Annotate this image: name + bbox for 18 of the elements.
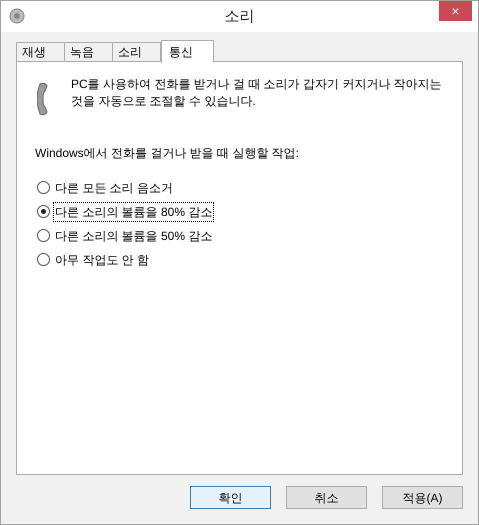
prompt-text: Windows에서 전화를 걸거나 받을 때 실행할 작업: [35, 145, 300, 162]
dialog-button[interactable]: 적용(A) [382, 486, 463, 509]
radio-button[interactable] [37, 253, 50, 266]
window-title: 소리 [224, 7, 254, 27]
radio-button[interactable] [37, 205, 50, 218]
option-label[interactable]: 다른 소리의 볼륨을 80% 감소 [53, 202, 214, 222]
radio-button[interactable] [37, 229, 50, 242]
tab[interactable]: 재생 [16, 42, 65, 62]
tab[interactable]: 소리 [112, 42, 161, 62]
dialog-button[interactable]: 확인 [190, 486, 271, 509]
tab[interactable]: 통신 [161, 40, 214, 63]
description-text: PC를 사용하여 전화를 받거나 걸 때 소리가 갑자기 커지거나 작아지는 것을 자동으로 조절할 수 있습니다. [71, 76, 443, 110]
option-label[interactable]: 다른 모든 소리 음소거 [53, 178, 176, 198]
dialog-button[interactable]: 취소 [286, 486, 367, 509]
close-button[interactable]: × [439, 1, 472, 21]
option-label[interactable]: 아무 작업도 안 함 [53, 250, 152, 270]
radio-button[interactable] [37, 181, 50, 194]
option-label[interactable]: 다른 소리의 볼륨을 50% 감소 [53, 226, 214, 246]
